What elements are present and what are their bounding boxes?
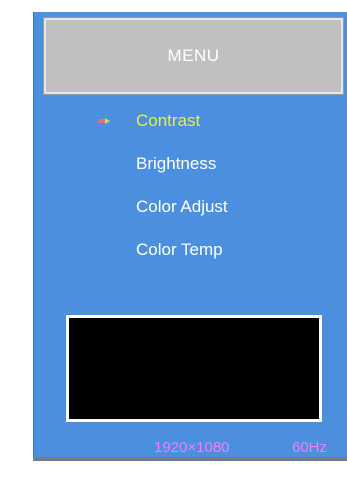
menu-item-label: Color Adjust bbox=[136, 197, 228, 216]
refresh-rate-readout: 60Hz bbox=[292, 439, 328, 456]
preview-window bbox=[66, 315, 322, 422]
menu-item-color-temp[interactable]: Color Temp bbox=[136, 238, 223, 262]
arrow-right-icon bbox=[98, 118, 110, 124]
menu-item-contrast[interactable]: Contrast bbox=[98, 109, 201, 133]
resolution-readout: 1920×1080 bbox=[154, 439, 230, 456]
menu-item-label: Contrast bbox=[136, 111, 201, 130]
panel-shadow bbox=[33, 457, 347, 461]
menu-title: MENU bbox=[167, 46, 220, 65]
menu-header: MENU bbox=[43, 17, 344, 95]
menu-item-label: Color Temp bbox=[136, 240, 223, 259]
menu-item-color-adjust[interactable]: Color Adjust bbox=[136, 195, 228, 219]
menu-item-label: Brightness bbox=[136, 154, 217, 173]
osd-menu-panel: MENU Contrast Brightness Color Adjust Co… bbox=[33, 12, 347, 457]
menu-item-brightness[interactable]: Brightness bbox=[136, 152, 216, 176]
